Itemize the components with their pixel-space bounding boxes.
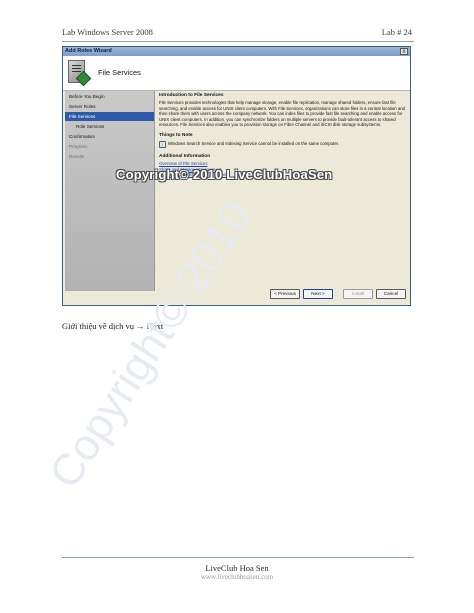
next-button[interactable]: Next > (303, 289, 333, 299)
nav-server-roles[interactable]: Server Roles (65, 102, 154, 111)
nav-results: Results (69, 154, 85, 159)
file-server-icon (68, 60, 92, 87)
footer-divider (62, 557, 414, 558)
page-header: Lab Windows Server 2008 Lab # 24 (62, 27, 412, 41)
wizard-step-nav: Before You Begin Server Roles File Servi… (65, 91, 155, 291)
window-titlebar[interactable]: Add Roles Wizard (63, 47, 410, 56)
note-row: i Windows Search Service and Indexing Se… (159, 140, 406, 148)
nav-file-services[interactable]: File Services (65, 112, 154, 121)
nav-role-services[interactable]: Role Services (65, 122, 154, 131)
header-lab-number: Lab # 24 (381, 27, 412, 37)
window-title: Add Roles Wizard (65, 48, 112, 54)
page-title: File Services (98, 68, 141, 77)
header-title: Lab Windows Server 2008 (62, 27, 153, 37)
footer-text: LiveClub Hoa Sen (205, 563, 269, 573)
additional-info-heading: Additional Information (159, 153, 211, 159)
wizard-content: Introduction to File Services File Servi… (157, 93, 406, 289)
close-button[interactable]: x (400, 48, 408, 55)
nav-before-you-begin[interactable]: Before You Begin (65, 92, 154, 101)
role-badge-icon (75, 70, 92, 87)
nav-progress: Progress (69, 144, 88, 149)
intro-text: File Services provides technologies that… (159, 100, 405, 128)
intro-heading: Introduction to File Services (159, 93, 224, 98)
note-text: Windows Search Service and Indexing Serv… (168, 140, 340, 146)
step-caption: Giới thiệu về dịch vụ → Next (62, 321, 164, 331)
previous-button[interactable]: < Previous (270, 289, 300, 299)
cancel-button[interactable]: Cancel (376, 289, 406, 299)
add-roles-wizard-window: Add Roles Wizard x File Services Before … (62, 46, 411, 306)
wizard-buttons: < Previous Next > Install Cancel (270, 289, 406, 299)
close-icon: x (402, 49, 406, 55)
link-dfs-management[interactable]: Distributed File System Management (159, 172, 406, 177)
header-divider (62, 41, 414, 42)
nav-confirmation[interactable]: Confirmation (65, 132, 154, 141)
footer-url: www.liveclubhoasen.com (200, 573, 274, 579)
notes-heading: Things to Note (159, 133, 193, 139)
install-button: Install (343, 289, 373, 299)
wizard-banner: File Services (63, 56, 410, 91)
info-icon: i (159, 140, 166, 148)
